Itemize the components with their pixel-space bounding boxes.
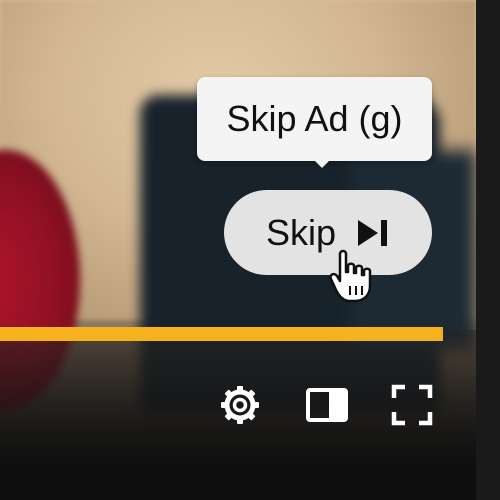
skip-next-icon — [358, 219, 388, 246]
skip-ad-tooltip: Skip Ad (g) — [197, 77, 432, 168]
page-bottom-edge — [0, 470, 476, 500]
tooltip-text: Skip Ad (g) — [226, 98, 403, 139]
progress-bar-fill — [0, 327, 443, 341]
player-controls — [210, 380, 440, 430]
theater-mode-icon — [306, 388, 348, 422]
hand-pointer-cursor-icon — [329, 249, 372, 303]
video-player[interactable]: Skip Ad (g) Skip — [0, 0, 476, 470]
settings-button[interactable] — [215, 380, 265, 430]
progress-bar[interactable] — [0, 327, 443, 341]
theater-mode-button[interactable] — [302, 380, 352, 430]
fullscreen-button[interactable] — [387, 380, 437, 430]
settings-gear-icon — [221, 386, 259, 424]
page-scrollbar-track — [476, 0, 500, 500]
skip-label: Skip — [265, 211, 337, 253]
fullscreen-icon — [391, 384, 433, 426]
